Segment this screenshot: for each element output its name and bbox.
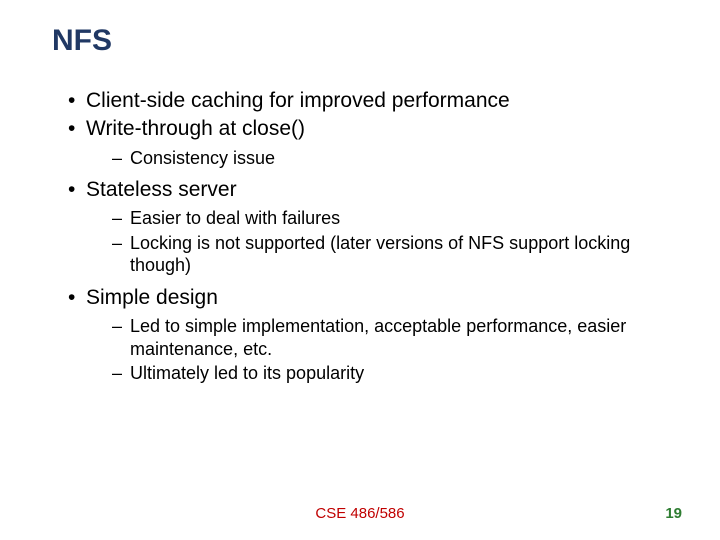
bullet-text: Stateless server: [86, 178, 237, 201]
footer-course-label: CSE 486/586: [0, 505, 720, 522]
sub-bullet-item: Easier to deal with failures: [112, 207, 720, 230]
bullet-item: Client-side caching for improved perform…: [68, 88, 720, 114]
sub-bullet-text: Consistency issue: [130, 148, 275, 168]
bullet-item: Simple design Led to simple implementati…: [68, 285, 720, 385]
bullet-text: Client-side caching for improved perform…: [86, 89, 510, 112]
sub-bullet-text: Ultimately led to its popularity: [130, 363, 364, 383]
sub-bullet-item: Ultimately led to its popularity: [112, 362, 720, 385]
sub-bullet-list: Easier to deal with failures Locking is …: [86, 207, 720, 277]
sub-bullet-text: Easier to deal with failures: [130, 208, 340, 228]
sub-bullet-list: Led to simple implementation, acceptable…: [86, 315, 720, 385]
sub-bullet-item: Consistency issue: [112, 147, 720, 170]
bullet-list: Client-side caching for improved perform…: [0, 88, 720, 385]
sub-bullet-item: Led to simple implementation, acceptable…: [112, 315, 720, 360]
bullet-text: Write-through at close(): [86, 117, 305, 140]
bullet-text: Simple design: [86, 286, 218, 309]
page-number: 19: [665, 505, 682, 522]
sub-bullet-text: Led to simple implementation, acceptable…: [130, 316, 626, 359]
slide-title: NFS: [0, 24, 720, 58]
bullet-item: Stateless server Easier to deal with fai…: [68, 177, 720, 277]
slide: NFS Client-side caching for improved per…: [0, 0, 720, 385]
sub-bullet-list: Consistency issue: [86, 147, 720, 170]
sub-bullet-item: Locking is not supported (later versions…: [112, 232, 720, 277]
sub-bullet-text: Locking is not supported (later versions…: [130, 233, 630, 276]
bullet-item: Write-through at close() Consistency iss…: [68, 116, 720, 169]
